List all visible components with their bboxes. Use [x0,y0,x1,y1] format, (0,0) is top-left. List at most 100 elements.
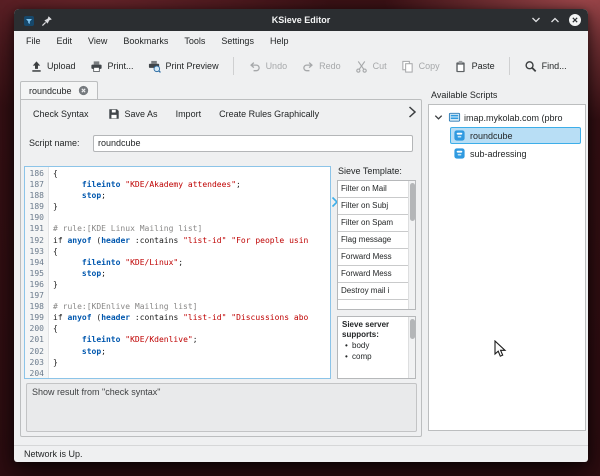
copy-label: Copy [419,61,440,71]
menu-view[interactable]: View [80,33,115,49]
toolbar-separator [233,57,234,75]
menubar: FileEditViewBookmarksToolsSettingsHelp [14,31,588,51]
print-icon [90,59,104,73]
create-rules-label: Create Rules Graphically [219,109,319,119]
mouse-cursor [494,340,511,359]
code-line: fileinto "KDE/Akademy attendees"; [53,179,330,190]
menu-edit[interactable]: Edit [49,33,81,49]
line-number: 191 [25,223,44,234]
line-number: 192 [25,235,44,246]
editor-page: Check Syntax Save As Import Create Rules… [20,99,422,437]
close-icon[interactable] [568,13,582,27]
code-line: stop; [53,346,330,357]
capability-item: comp [342,351,405,362]
capability-list: bodycomp [342,340,405,362]
code-line [53,368,330,378]
create-rules-button[interactable]: Create Rules Graphically [215,106,323,122]
copy-icon [401,59,415,73]
line-number: 197 [25,290,44,301]
code-line: stop; [53,190,330,201]
line-number: 196 [25,279,44,290]
redo-icon [301,59,315,73]
template-item[interactable]: Filter on Mail [338,181,415,198]
code-editor[interactable]: 1861871881891901911921931941951961971981… [24,166,331,379]
expander-icon[interactable] [433,112,445,124]
template-list-scrollbar[interactable] [408,181,415,309]
scrollbar-thumb[interactable] [410,183,415,221]
template-item[interactable]: Forward Mess [338,249,415,266]
print-preview-button[interactable]: Print Preview [141,55,226,77]
code-line: { [53,168,330,179]
undo-label: Undo [266,61,288,71]
menu-tools[interactable]: Tools [176,33,213,49]
template-item[interactable]: Flag message [338,232,415,249]
titlebar[interactable]: KSieve Editor [14,9,588,31]
check-syntax-button[interactable]: Check Syntax [29,106,93,122]
code-area[interactable]: { fileinto "KDE/Akademy attendees"; stop… [49,167,330,378]
template-item[interactable]: Filter on Subj [338,198,415,215]
undo-button[interactable]: Undo [241,55,295,77]
code-line: fileinto "KDE/Kdenlive"; [53,334,330,345]
menu-help[interactable]: Help [262,33,297,49]
minimize-icon[interactable] [529,13,543,27]
tab-roundcube[interactable]: roundcube [20,81,98,99]
line-number: 202 [25,346,44,357]
find-icon [524,59,538,73]
line-number: 204 [25,368,44,379]
line-number: 189 [25,201,44,212]
menu-settings[interactable]: Settings [213,33,262,49]
template-item[interactable]: Filter on Spam [338,215,415,232]
line-number: 193 [25,246,44,257]
paste-label: Paste [472,61,495,71]
copy-button[interactable]: Copy [394,55,447,77]
line-number-gutter: 1861871881891901911921931941951961971981… [25,167,49,378]
import-button[interactable]: Import [172,106,206,122]
line-number: 203 [25,357,44,368]
code-line: if anyof (header :contains "list-id" "Fo… [53,235,330,246]
find-button[interactable]: Find... [517,55,574,77]
tree-item-server[interactable]: imap.mykolab.com (pbro [429,109,585,126]
tree-item-roundcube[interactable]: roundcube [429,127,585,144]
maximize-icon[interactable] [548,13,562,27]
code-line: if anyof (header :contains "list-id" "Di… [53,312,330,323]
save-as-label: Save As [125,109,158,119]
toolbar-overflow-button[interactable] [408,105,417,124]
tree-item-sub-adressing[interactable]: sub-adressing [429,145,585,162]
line-number: 201 [25,334,44,345]
script-label: roundcube [470,131,513,141]
capabilities-title: Sieve server supports: [342,320,405,340]
capability-item: body [342,340,405,351]
import-label: Import [176,109,202,119]
redo-button[interactable]: Redo [294,55,348,77]
template-item[interactable]: Destroy mail i [338,283,415,300]
cut-button[interactable]: Cut [348,55,394,77]
toolbar-separator-2 [509,57,510,75]
ksieve-editor-window: KSieve Editor FileEditViewBookmarksTools… [14,9,588,462]
sieve-template-list[interactable]: Filter on MailFilter on SubjFilter on Sp… [337,180,416,310]
capabilities-scrollbar[interactable] [408,317,415,378]
code-line: # rule:[KDEnlive Mailing list] [53,301,330,312]
print-button[interactable]: Print... [83,55,141,77]
code-line: stop; [53,268,330,279]
statusbar: Network is Up. [14,445,588,462]
upload-button[interactable]: Upload [22,55,83,77]
code-line: } [53,357,330,368]
save-as-button[interactable]: Save As [103,104,162,124]
check-syntax-result-box: Show result from "check syntax" [26,383,417,432]
code-line: fileinto "KDE/Linux"; [53,257,330,268]
script-name-label: Script name: [29,138,93,148]
window-title: KSieve Editor [14,9,588,31]
menu-bookmarks[interactable]: Bookmarks [115,33,176,49]
tab-label: roundcube [29,86,72,96]
server-label: imap.mykolab.com (pbro [464,113,563,123]
scrollbar-thumb[interactable] [410,319,415,339]
paste-button[interactable]: Paste [447,55,502,77]
upload-icon [29,59,43,73]
script-name-input[interactable] [93,135,413,152]
available-scripts-tree[interactable]: imap.mykolab.com (pbro roundcube sub-adr… [428,104,586,431]
editor-actions: Check Syntax Save As Import Create Rules… [21,103,417,125]
cut-label: Cut [373,61,387,71]
tab-close-icon[interactable] [78,85,89,96]
menu-file[interactable]: File [18,33,49,49]
template-item[interactable]: Forward Mess [338,266,415,283]
